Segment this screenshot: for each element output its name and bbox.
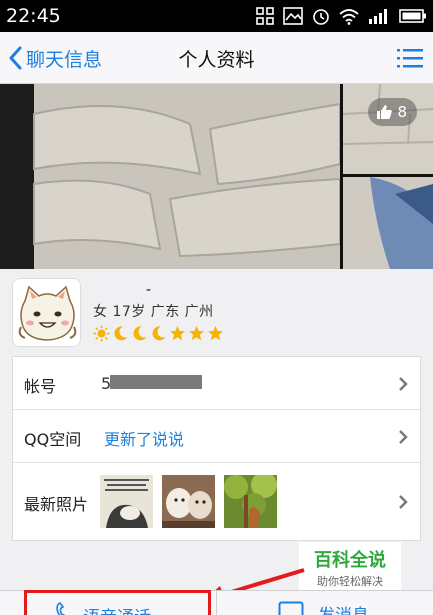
photos-label: 最新照片: [24, 495, 89, 514]
chevron-right-icon: [399, 377, 408, 391]
account-label: 帐号: [24, 377, 57, 396]
account-row[interactable]: 帐号 5: [13, 357, 420, 410]
send-message-label: 发消息: [318, 601, 369, 615]
star-icon: [170, 326, 185, 341]
thumbs-up-icon: [377, 105, 393, 119]
voice-call-button[interactable]: 语音通话: [24, 590, 211, 615]
signal-icon: [369, 9, 387, 24]
status-bar: 22:45: [0, 0, 433, 32]
profile-meta: 女 17岁 广东 广州: [93, 304, 214, 320]
watermark-subtitle: 助你轻松解决: [317, 575, 383, 588]
profile-header: - 女 17岁 广东 广州: [0, 269, 433, 356]
apps-icon: [256, 7, 274, 25]
qzone-update-text: 更新了说说: [104, 430, 185, 449]
profile-photo-wall[interactable]: 8: [0, 84, 433, 269]
nav-bar: 聊天信息 个人资料: [0, 32, 433, 84]
photo-thumbnails: [100, 475, 277, 528]
qzone-label: QQ空间: [24, 430, 82, 449]
account-redaction: [110, 375, 202, 389]
photo-thumbnail[interactable]: [162, 475, 215, 528]
battery-icon: [399, 9, 426, 23]
like-count: 8: [397, 103, 407, 121]
photo-thumbnail[interactable]: [224, 475, 277, 528]
moon-icon: [152, 326, 166, 341]
status-time: 22:45: [6, 5, 61, 27]
sun-icon: [93, 325, 110, 342]
forest-photo: [224, 475, 277, 528]
dogs-photo: [162, 475, 215, 528]
alarm-icon: [313, 9, 329, 25]
qzone-row[interactable]: QQ空间 更新了说说: [13, 410, 420, 463]
moon-icon: [114, 326, 128, 341]
wifi-icon: [339, 8, 359, 25]
menu-list-icon[interactable]: [397, 46, 423, 70]
image-icon: [283, 7, 303, 25]
chevron-right-icon: [399, 430, 408, 444]
qq-level-badges: [93, 325, 224, 342]
like-button[interactable]: 8: [368, 98, 417, 126]
toolbar-divider: [216, 591, 217, 615]
latest-photos-row[interactable]: 最新照片: [13, 463, 420, 541]
phone-icon: [56, 602, 65, 615]
page-title: 个人资料: [178, 49, 255, 71]
message-icon: [278, 601, 304, 615]
bottom-toolbar: 语音通话 发消息: [0, 590, 433, 615]
profile-info-card: 帐号 5 QQ空间 更新了说说 最新照片: [12, 356, 421, 541]
chevron-right-icon: [399, 495, 408, 509]
watermark-title: 百科全说: [314, 550, 386, 571]
star-icon: [189, 326, 204, 341]
voice-call-label: 语音通话: [83, 603, 151, 615]
avatar[interactable]: [12, 278, 81, 347]
nickname: -: [146, 282, 152, 298]
moon-icon: [133, 326, 147, 341]
watermark-badge: 百科全说 助你轻松解决: [299, 542, 401, 592]
meme-photo: [100, 475, 153, 528]
status-icons: [256, 6, 427, 26]
star-icon: [208, 326, 223, 341]
cat-avatar-image: [13, 279, 80, 346]
send-message-button[interactable]: 发消息: [278, 591, 418, 615]
photo-thumbnail[interactable]: [100, 475, 153, 528]
